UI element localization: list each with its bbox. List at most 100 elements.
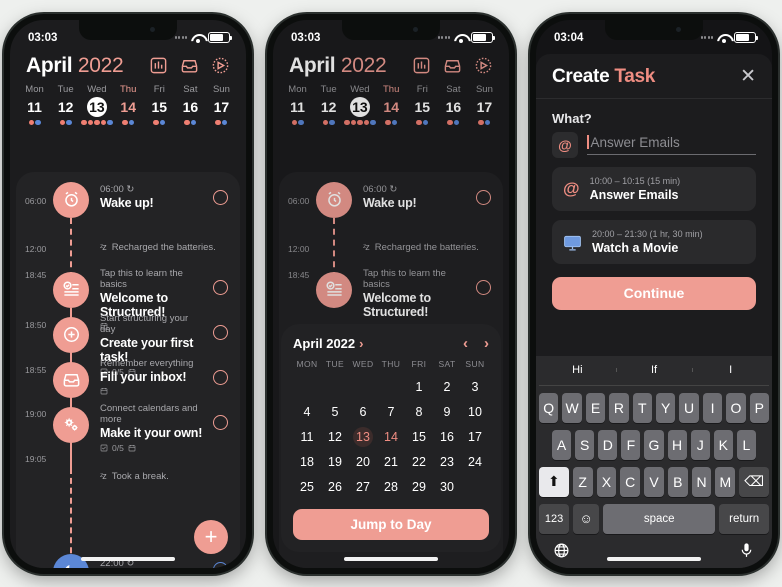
emoji-key[interactable]: ☺	[573, 503, 600, 534]
key-a[interactable]: A	[552, 429, 572, 460]
key-n[interactable]: N	[691, 466, 712, 497]
calendar-day[interactable]: 11	[293, 427, 321, 447]
task-item[interactable]: Connect calendars and more Make it your …	[100, 403, 206, 453]
calendar-day[interactable]: 24	[461, 452, 489, 472]
timeline[interactable]: 06:00 12:00 18:45 18:50 18:55 19:00 19:0…	[16, 171, 240, 568]
task-checkbox[interactable]	[213, 561, 228, 568]
week-day-today[interactable]: Wed 13	[81, 84, 113, 126]
globe-icon[interactable]	[553, 542, 570, 559]
calendar-day[interactable]: 1	[405, 377, 433, 397]
key-k[interactable]: K	[713, 429, 733, 460]
key-e[interactable]: E	[585, 392, 606, 423]
key-t[interactable]: T	[632, 392, 652, 423]
phone-1: 03:03 April 2022 Mon 11 Tue 12 Wed 13 Th…	[4, 13, 252, 574]
key-s[interactable]: S	[575, 429, 595, 460]
calendar-day[interactable]: 19	[321, 452, 349, 472]
calendar-day[interactable]: 15	[405, 427, 433, 447]
microphone-icon[interactable]	[738, 542, 755, 559]
inbox-icon[interactable]	[180, 56, 199, 75]
suggestion-chip[interactable]: Hi	[539, 364, 616, 376]
week-day[interactable]: Mon 11	[19, 84, 50, 126]
week-day[interactable]: Fri 15	[144, 84, 175, 126]
numbers-key[interactable]: 123	[539, 503, 570, 534]
add-task-fab[interactable]: +	[194, 519, 228, 554]
task-item[interactable]: Remember everything Fill your inbox!	[100, 358, 206, 395]
backspace-key[interactable]: ⌫	[739, 466, 769, 497]
key-w[interactable]: W	[562, 392, 582, 423]
key-c[interactable]: C	[620, 466, 641, 497]
calendar-day[interactable]: 29	[405, 477, 433, 497]
stats-icon[interactable]	[149, 56, 168, 75]
key-z[interactable]: Z	[572, 466, 593, 497]
calendar-day[interactable]: 10	[461, 402, 489, 422]
calendar-day[interactable]: 5	[321, 402, 349, 422]
next-month-button[interactable]: ›	[484, 336, 489, 351]
calendar-day[interactable]: 6	[349, 402, 377, 422]
key-u[interactable]: U	[679, 392, 699, 423]
key-m[interactable]: M	[715, 466, 736, 497]
calendar-day[interactable]: 2	[433, 377, 461, 397]
calendar-day[interactable]: 4	[293, 402, 321, 422]
week-day[interactable]: Tue 12	[50, 84, 81, 126]
key-i[interactable]: I	[702, 392, 723, 423]
key-g[interactable]: G	[644, 429, 664, 460]
suggestion-card[interactable]: @ 10:00 – 10:15 (15 min) Answer Emails	[552, 166, 756, 211]
calendar-day[interactable]: 7	[377, 402, 405, 422]
key-r[interactable]: R	[609, 392, 629, 423]
calendar-day[interactable]: 27	[349, 477, 377, 497]
key-o[interactable]: O	[726, 392, 746, 423]
settings-icon[interactable]	[211, 56, 230, 75]
calendar-day[interactable]: 21	[377, 452, 405, 472]
calendar-day[interactable]: 8	[405, 402, 433, 422]
calendar-day[interactable]: 22	[405, 452, 433, 472]
key-q[interactable]: Q	[538, 392, 559, 423]
shift-key[interactable]: ⬆	[539, 466, 569, 497]
calendar-day[interactable]: 26	[321, 477, 349, 497]
suggestion-chip[interactable]: If	[615, 364, 693, 376]
calendar-day[interactable]: 9	[433, 402, 461, 422]
app-header: April 2022	[10, 50, 246, 78]
task-item[interactable]: 06:00 ↻ Wake up!	[100, 184, 206, 210]
task-checkbox[interactable]	[213, 279, 228, 295]
space-key[interactable]: space	[603, 503, 716, 534]
key-p[interactable]: P	[749, 392, 770, 423]
week-day[interactable]: Sun 17	[206, 84, 237, 126]
calendar-day[interactable]: 25	[293, 477, 321, 497]
key-v[interactable]: V	[644, 466, 664, 497]
week-day[interactable]: Thu 14	[113, 84, 144, 126]
suggestion-card[interactable]: 20:00 – 21:30 (1 hr, 30 min) Watch a Mov…	[552, 219, 756, 264]
calendar-day[interactable]: 28	[377, 477, 405, 497]
task-checkbox[interactable]	[213, 414, 228, 430]
calendar-day[interactable]: 17	[461, 427, 489, 447]
close-icon[interactable]: ✕	[740, 67, 756, 86]
calendar-day[interactable]: 16	[433, 427, 461, 447]
calendar-day[interactable]: 30	[433, 477, 461, 497]
key-b[interactable]: B	[667, 466, 688, 497]
continue-button[interactable]: Continue	[552, 276, 756, 310]
key-y[interactable]: Y	[656, 392, 676, 423]
calendar-day-selected[interactable]: 13	[349, 426, 377, 447]
calendar-day[interactable]: 23	[433, 452, 461, 472]
key-f[interactable]: F	[621, 429, 641, 460]
key-h[interactable]: H	[667, 429, 687, 460]
task-checkbox[interactable]	[213, 369, 228, 385]
calendar-day[interactable]: 12	[321, 427, 349, 447]
key-l[interactable]: L	[736, 429, 756, 460]
calendar-day[interactable]: 20	[349, 452, 377, 472]
calendar-day[interactable]: 14	[377, 427, 405, 447]
prev-month-button[interactable]: ‹	[463, 336, 468, 351]
key-x[interactable]: X	[596, 466, 617, 497]
return-key[interactable]: return	[719, 503, 769, 534]
week-day[interactable]: Sat 16	[175, 84, 206, 126]
task-subtitle: Start structuring your day	[100, 312, 189, 335]
suggestion-chip[interactable]: I	[692, 364, 769, 376]
task-checkbox[interactable]	[213, 189, 228, 205]
key-d[interactable]: D	[598, 429, 618, 460]
jump-to-day-button[interactable]: Jump to Day	[293, 508, 489, 540]
task-name-input[interactable]: Answer Emails	[587, 135, 756, 155]
task-checkbox[interactable]	[213, 324, 228, 340]
calendar-day[interactable]: 18	[293, 452, 321, 472]
key-j[interactable]: J	[690, 429, 710, 460]
calendar-day[interactable]: 3	[461, 377, 489, 397]
calendar-month-button[interactable]: April 2022 ›	[293, 336, 364, 351]
